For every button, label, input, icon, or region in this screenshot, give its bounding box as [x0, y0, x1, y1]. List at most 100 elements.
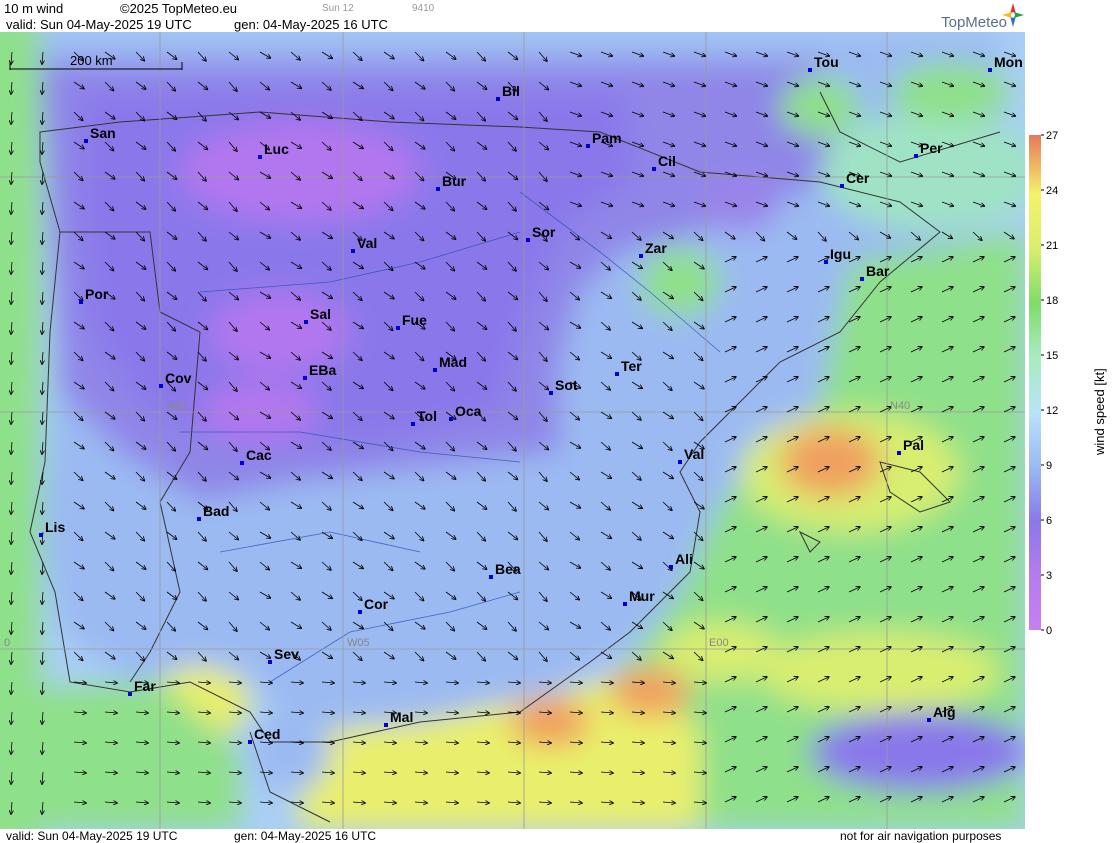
- city-marker: [615, 372, 619, 376]
- city-marker: [824, 260, 828, 264]
- city-label: Lis: [45, 519, 65, 535]
- grid-label-n40-east: N40: [890, 400, 910, 412]
- city-label: Sal: [310, 306, 331, 322]
- legend-tick-label: 18: [1046, 295, 1058, 307]
- city-label: Bar: [866, 263, 890, 279]
- city-label: Ced: [254, 726, 280, 742]
- city-marker: [396, 326, 400, 330]
- footer-gen-time: gen: 04-May-2025 16 UTC: [234, 829, 377, 843]
- city-marker: [258, 155, 262, 159]
- run-code: Sun 12: [322, 3, 354, 14]
- legend-tick-label: 21: [1046, 240, 1058, 252]
- city-marker: [268, 660, 272, 664]
- valid-time: valid: Sun 04-May-2025 19 UTC: [6, 17, 192, 32]
- city-marker: [927, 718, 931, 722]
- city-marker: [39, 533, 43, 537]
- city-label: Bur: [442, 173, 467, 189]
- city-marker: [358, 610, 362, 614]
- city-marker: [433, 368, 437, 372]
- legend-tick-label: 9: [1046, 460, 1052, 472]
- city-label: Val: [684, 446, 704, 462]
- city-marker: [240, 461, 244, 465]
- city-label: Pam: [592, 130, 622, 146]
- city-marker: [652, 167, 656, 171]
- city-label: Per: [920, 140, 943, 156]
- copyright-text: ©2025 TopMeteo.eu: [120, 1, 238, 16]
- legend-tick-label: 0: [1046, 625, 1052, 637]
- map-header: 10 m wind ©2025 TopMeteo.eu Sun 12 9410 …: [0, 0, 1025, 32]
- city-marker: [411, 422, 415, 426]
- city-label: Cer: [846, 170, 870, 186]
- city-label: Por: [85, 286, 109, 302]
- city-label: Sor: [532, 224, 556, 240]
- city-marker: [586, 144, 590, 148]
- city-marker: [436, 187, 440, 191]
- legend-tick-label: 27: [1046, 130, 1058, 142]
- city-label: Fue: [402, 312, 427, 328]
- scale-bar-label: 200 km: [70, 53, 113, 68]
- product-code: 9410: [412, 3, 435, 14]
- grid-label-e00: E00: [709, 637, 729, 649]
- city-label: Bad: [203, 503, 229, 519]
- navigation-disclaimer: not for air navigation purposes: [840, 829, 1002, 843]
- city-marker: [159, 384, 163, 388]
- product-title: 10 m wind: [4, 1, 64, 16]
- city-label: Pal: [903, 437, 924, 453]
- topmeteo-logo: TopMeteo: [941, 14, 1007, 31]
- city-label: Mad: [439, 354, 467, 370]
- city-marker: [678, 460, 682, 464]
- city-label: Far: [134, 678, 156, 694]
- city-marker: [248, 740, 252, 744]
- city-label: San: [90, 125, 116, 141]
- city-label: Ter: [621, 358, 642, 374]
- wind-field: [0, 32, 1025, 829]
- city-marker: [449, 417, 453, 421]
- city-label: Tol: [417, 408, 437, 424]
- city-marker: [914, 154, 918, 158]
- legend-tick-label: 3: [1046, 570, 1052, 582]
- city-label: Mur: [629, 588, 655, 604]
- legend-tick-label: 15: [1046, 350, 1058, 362]
- city-label: Tou: [814, 54, 839, 70]
- city-marker: [988, 68, 992, 72]
- city-marker: [351, 249, 355, 253]
- city-marker: [197, 517, 201, 521]
- city-label: Cor: [364, 596, 389, 612]
- city-label: Cac: [246, 447, 272, 463]
- city-marker: [303, 376, 307, 380]
- city-marker: [623, 602, 627, 606]
- city-label: Bil: [502, 83, 520, 99]
- map-footer: valid: Sun 04-May-2025 19 UTC gen: 04-Ma…: [0, 829, 1025, 843]
- city-marker: [840, 184, 844, 188]
- city-marker: [639, 254, 643, 258]
- legend-tick-label: 24: [1046, 185, 1058, 197]
- city-label: Cil: [658, 153, 676, 169]
- legend-tick-label: 6: [1046, 515, 1052, 527]
- grid-label-w05: W05: [347, 637, 370, 649]
- city-label: Mon: [994, 54, 1023, 70]
- city-label: EBa: [309, 362, 336, 378]
- city-label: Zar: [645, 240, 667, 256]
- city-label: Alg: [933, 704, 956, 720]
- city-marker: [669, 565, 673, 569]
- city-marker: [496, 97, 500, 101]
- city-label: Sot: [555, 377, 578, 393]
- city-marker: [808, 68, 812, 72]
- legend-tick-label: 12: [1046, 405, 1058, 417]
- city-marker: [489, 575, 493, 579]
- legend-color-bar: [1029, 135, 1041, 630]
- grid-label-w10: 0: [4, 637, 10, 649]
- city-label: Luc: [264, 141, 289, 157]
- city-label: Val: [357, 235, 377, 251]
- city-label: Cov: [165, 370, 192, 386]
- city-marker: [860, 277, 864, 281]
- city-label: Ali: [675, 551, 693, 567]
- city-label: Igu: [830, 246, 851, 262]
- city-marker: [304, 320, 308, 324]
- city-marker: [79, 300, 83, 304]
- city-marker: [384, 723, 388, 727]
- wind-map: N40 N40 W05 E00 0 200 km Tou Mon Bil San Luc…: [0, 32, 1025, 829]
- city-marker: [526, 238, 530, 242]
- city-marker: [897, 451, 901, 455]
- city-marker: [549, 391, 553, 395]
